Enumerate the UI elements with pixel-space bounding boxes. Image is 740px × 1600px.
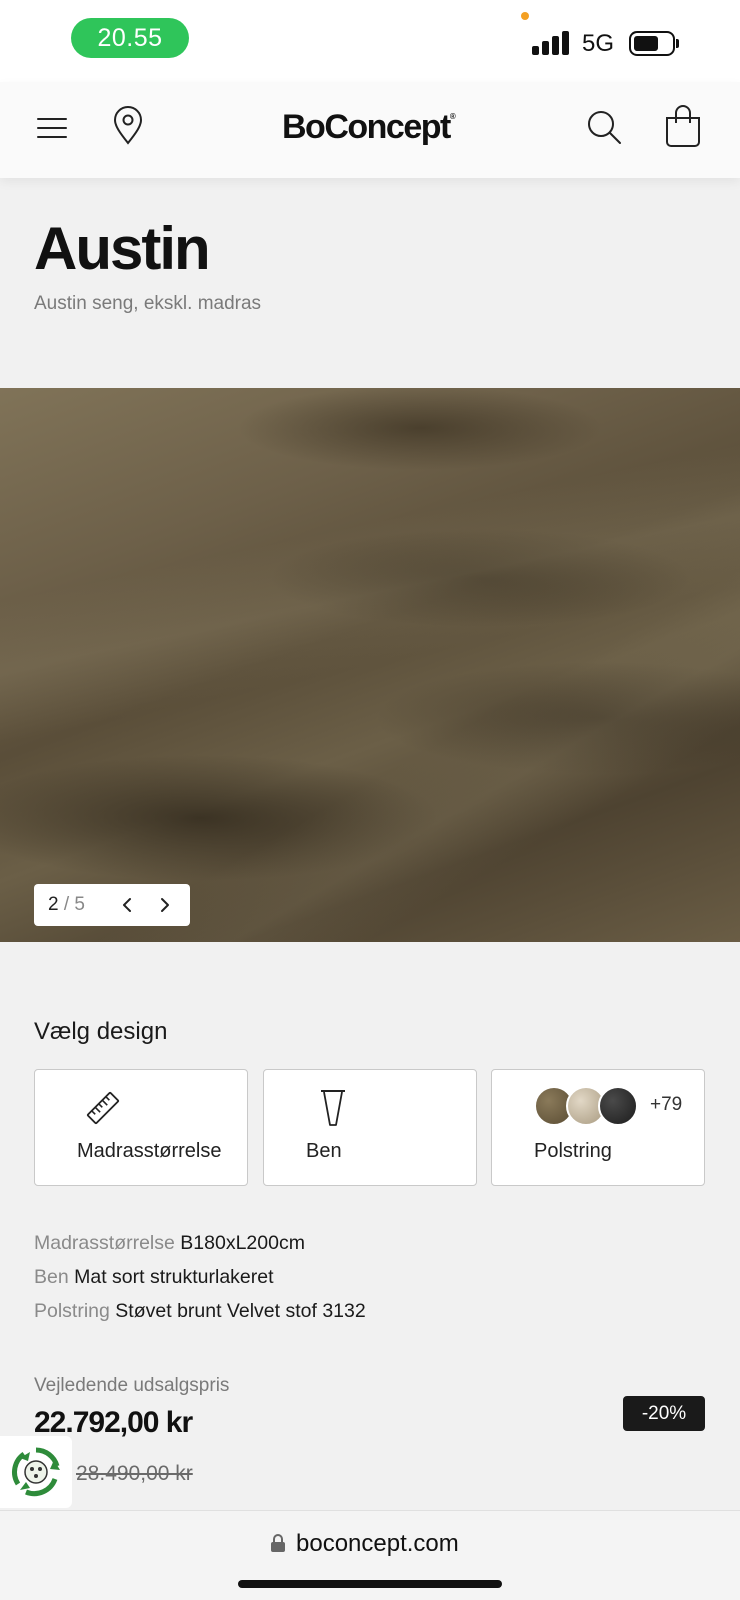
location-pin-icon[interactable] (110, 106, 146, 146)
home-indicator[interactable] (238, 1580, 502, 1588)
current-price: 22.792,00 kr (34, 1406, 193, 1439)
table-leg-icon (319, 1088, 347, 1128)
chevron-right-icon[interactable] (150, 890, 180, 920)
product-subtitle: Austin seng, ekskl. madras (34, 293, 262, 314)
lock-icon (270, 1533, 286, 1553)
mattress-size-option[interactable]: Madrasstørrelse (34, 1069, 248, 1186)
discount-badge: -20% (623, 1396, 705, 1431)
swatch-black (598, 1086, 638, 1126)
product-title: Austin (34, 215, 211, 282)
privacy-indicator-dot (521, 12, 529, 20)
price-caption: Vejledende udsalgspris (34, 1375, 230, 1396)
chevron-left-icon[interactable] (112, 890, 142, 920)
status-time: 20.55 (71, 18, 189, 58)
velvet-fabric-image (0, 388, 740, 942)
fabric-swatches-icon (534, 1086, 638, 1126)
url-text[interactable]: boconcept.com (296, 1530, 459, 1558)
gallery-counter: 2 / 5 (48, 894, 85, 915)
product-image-gallery[interactable]: 2 / 5 (0, 388, 740, 942)
ruler-icon (85, 1090, 121, 1126)
browser-address-bar[interactable]: boconcept.com (0, 1510, 740, 1600)
mattress-size-label: Madrasstørrelse (77, 1140, 222, 1162)
upholstery-option[interactable]: +79 Polstring (491, 1069, 705, 1186)
spec-upholstery: Polstring Støvet brunt Velvet stof 3132 (34, 1300, 366, 1322)
status-bar: 20.55 5G (0, 0, 740, 82)
more-swatches-count: +79 (650, 1094, 683, 1115)
legs-label: Ben (306, 1140, 342, 1162)
battery-icon (629, 31, 679, 56)
signal-icon (532, 31, 572, 55)
network-type: 5G (582, 30, 615, 57)
legs-option[interactable]: Ben (263, 1069, 477, 1186)
menu-icon[interactable] (36, 112, 68, 144)
gallery-pager: 2 / 5 (34, 884, 190, 926)
spec-mattress-size: Madrasstørrelse B180xL200cm (34, 1232, 305, 1254)
shopping-bag-icon[interactable] (664, 104, 702, 148)
site-header: BoConcept® (0, 82, 740, 178)
spec-legs: Ben Mat sort strukturlakeret (34, 1266, 274, 1288)
original-price: 28.490,00 kr (76, 1462, 193, 1485)
design-heading: Vælg design (34, 1018, 168, 1045)
upholstery-label: Polstring (534, 1140, 612, 1162)
search-icon[interactable] (585, 108, 625, 148)
sustainability-badge-icon[interactable] (0, 1436, 72, 1508)
boconcept-logo[interactable]: BoConcept® (282, 108, 456, 147)
